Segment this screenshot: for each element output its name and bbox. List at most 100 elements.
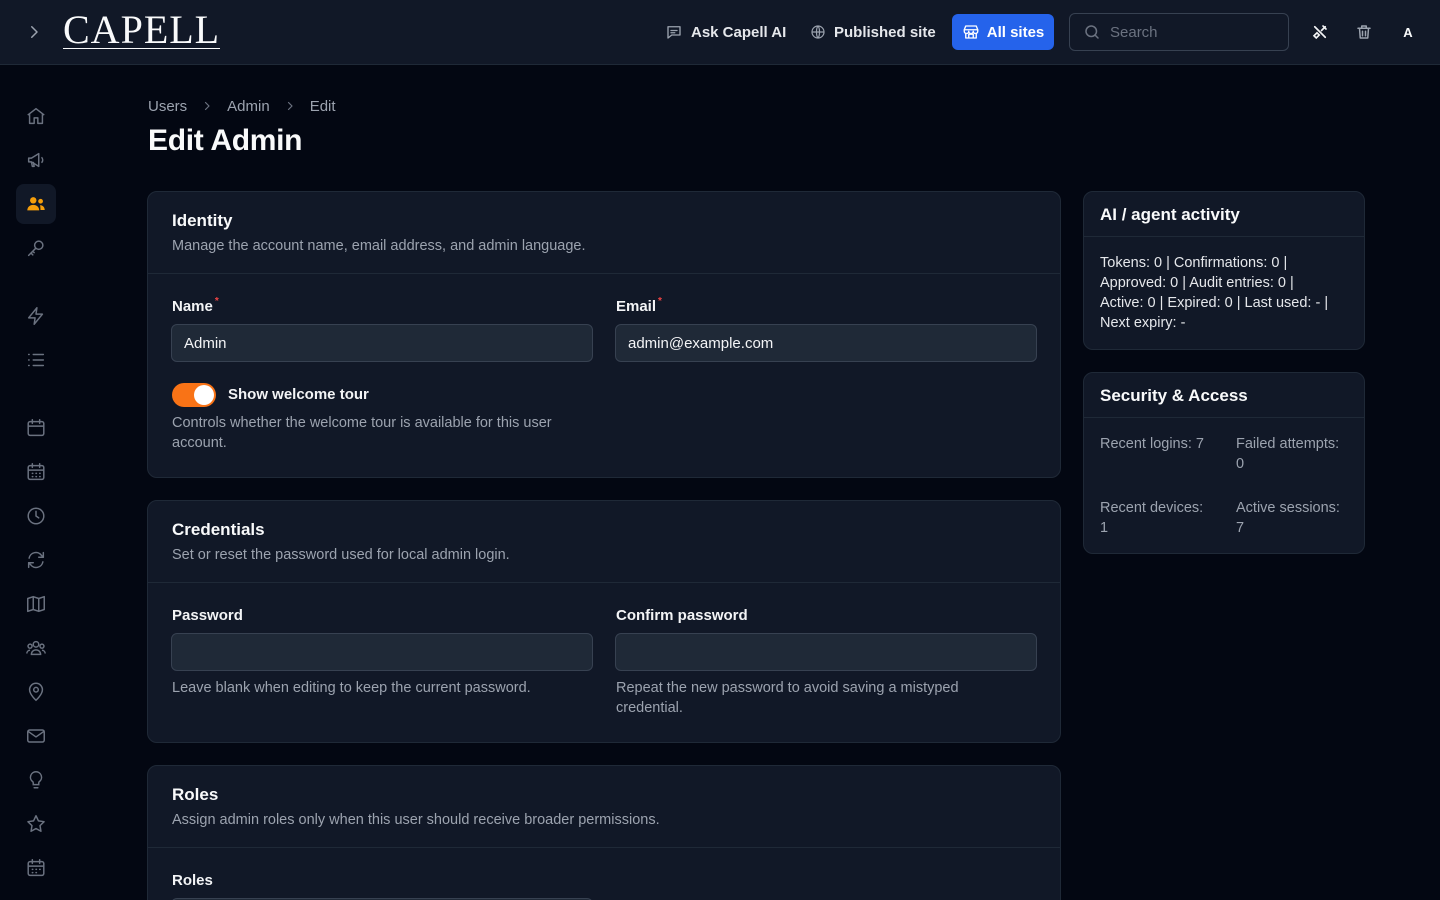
sidebar-item-automations[interactable] xyxy=(16,296,56,336)
required-marker: * xyxy=(658,296,662,307)
breadcrumb: Users Admin Edit xyxy=(148,97,336,115)
roles-header: Roles Assign admin roles only when this … xyxy=(148,766,1060,848)
sidebar-item-locations[interactable] xyxy=(16,672,56,712)
ask-ai-button[interactable]: Ask Capell AI xyxy=(665,20,786,44)
credentials-description: Set or reset the password used for local… xyxy=(172,547,510,563)
search-box[interactable] xyxy=(1069,13,1289,51)
confirm-password-label: Confirm password xyxy=(616,607,748,624)
security-access-header: Security & Access xyxy=(1084,373,1364,418)
user-avatar[interactable]: A xyxy=(1396,20,1420,44)
home-icon xyxy=(27,107,45,125)
sidebar xyxy=(0,65,72,900)
email-input[interactable] xyxy=(615,324,1037,362)
sidebar-item-ideas[interactable] xyxy=(16,760,56,800)
failed-attempts-value: 0 xyxy=(1236,456,1245,472)
sidebar-item-announcements[interactable] xyxy=(16,140,56,180)
logo[interactable]: CAPELL xyxy=(63,8,221,52)
breadcrumb-admin[interactable]: Admin xyxy=(227,98,270,115)
users-icon xyxy=(27,197,45,211)
globe-icon xyxy=(811,25,825,39)
credentials-header: Credentials Set or reset the password us… xyxy=(148,501,1060,583)
name-input[interactable] xyxy=(171,324,593,362)
required-marker: * xyxy=(214,296,219,307)
chat-bubble-icon xyxy=(667,26,681,39)
identity-header: Identity Manage the account name, email … xyxy=(148,192,1060,274)
ai-activity-line: Next expiry: - xyxy=(1100,315,1186,331)
expand-sidebar-button[interactable] xyxy=(20,18,48,46)
recent-devices-label: Recent devices: xyxy=(1100,500,1204,516)
ai-activity-header: AI / agent activity xyxy=(1084,192,1364,237)
identity-description: Manage the account name, email address, … xyxy=(172,238,586,254)
chevron-right-icon xyxy=(31,26,38,38)
all-sites-button[interactable]: All sites xyxy=(952,14,1054,50)
published-site-link[interactable]: Published site xyxy=(810,20,936,44)
welcome-tour-label: Show welcome tour xyxy=(228,386,369,403)
published-site-label: Published site xyxy=(834,23,936,41)
email-label: Email * xyxy=(616,296,662,315)
breadcrumb-users[interactable]: Users xyxy=(148,98,187,115)
password-hint: Leave blank when editing to keep the cur… xyxy=(172,680,531,696)
sidebar-item-groups[interactable] xyxy=(16,628,56,668)
identity-section: Identity Manage the account name, email … xyxy=(147,191,1061,478)
trash-icon xyxy=(1357,25,1371,39)
envelope-icon xyxy=(27,729,45,743)
roles-title: Roles xyxy=(172,785,219,804)
failed-attempts-label: Failed attempts: xyxy=(1236,436,1340,452)
clock-icon xyxy=(27,507,45,525)
sidebar-item-favorites[interactable] xyxy=(16,804,56,844)
map-pin-icon xyxy=(28,682,44,702)
welcome-tour-toggle[interactable] xyxy=(172,383,216,407)
sidebar-item-sync[interactable] xyxy=(16,540,56,580)
password-label: Password xyxy=(172,607,243,624)
ai-activity-title: AI / agent activity xyxy=(1100,205,1240,224)
sidebar-item-mail[interactable] xyxy=(16,716,56,756)
sidebar-item-schedule[interactable] xyxy=(16,452,56,492)
megaphone-icon xyxy=(27,152,44,168)
chevron-right-icon xyxy=(284,100,296,112)
calendar-icon xyxy=(27,419,45,437)
tools-button[interactable] xyxy=(1308,20,1332,44)
top-bar: CAPELL Ask Capell AI Published site All … xyxy=(0,0,1440,65)
identity-title: Identity xyxy=(172,211,233,230)
sidebar-item-map[interactable] xyxy=(16,584,56,624)
security-access-panel: Security & Access Recent logins: 7 Faile… xyxy=(1083,372,1365,554)
ai-activity-line: Approved: 0 | Audit entries: 0 | xyxy=(1100,275,1294,291)
recent-logins-stat: Recent logins: 7 xyxy=(1100,436,1204,452)
bolt-icon xyxy=(27,307,44,325)
sidebar-item-home[interactable] xyxy=(16,96,56,136)
roles-label: Roles xyxy=(172,872,213,889)
user-group-icon xyxy=(26,640,46,656)
breadcrumb-edit: Edit xyxy=(309,97,336,115)
toggle-knob xyxy=(194,385,214,405)
map-icon xyxy=(27,595,45,613)
welcome-tour-hint-line1: Controls whether the welcome tour is ava… xyxy=(172,415,552,431)
ai-activity-line: Tokens: 0 | Confirmations: 0 | xyxy=(1100,255,1288,271)
chevron-right-icon xyxy=(201,100,213,112)
security-access-title: Security & Access xyxy=(1100,386,1248,405)
ai-activity-line: Active: 0 | Expired: 0 | Last used: - | xyxy=(1100,295,1329,311)
sidebar-item-list[interactable] xyxy=(16,340,56,380)
confirm-password-hint-line2: credential. xyxy=(616,700,683,716)
confirm-password-input[interactable] xyxy=(615,633,1037,671)
ai-activity-panel: AI / agent activity Tokens: 0 | Confirma… xyxy=(1083,191,1365,350)
active-sessions-label: Active sessions: xyxy=(1236,500,1340,516)
confirm-password-hint-line1: Repeat the new password to avoid saving … xyxy=(616,680,959,696)
roles-description: Assign admin roles only when this user s… xyxy=(172,812,660,828)
sidebar-item-keys[interactable] xyxy=(16,228,56,268)
sidebar-item-calendar[interactable] xyxy=(16,408,56,448)
trash-button[interactable] xyxy=(1352,20,1376,44)
calendar-grid-icon xyxy=(27,859,45,877)
wrench-screwdriver-icon xyxy=(1312,25,1327,40)
active-sessions-value: 7 xyxy=(1236,520,1245,536)
all-sites-label: All sites xyxy=(986,23,1045,41)
sidebar-item-events[interactable] xyxy=(16,848,56,888)
ask-ai-label: Ask Capell AI xyxy=(691,23,787,41)
search-input[interactable] xyxy=(1110,23,1270,41)
roles-section: Roles Assign admin roles only when this … xyxy=(147,765,1061,900)
search-icon xyxy=(1085,25,1099,39)
sidebar-item-users[interactable] xyxy=(16,184,56,224)
key-icon xyxy=(27,240,44,257)
password-input[interactable] xyxy=(171,633,593,671)
sidebar-item-history[interactable] xyxy=(16,496,56,536)
list-icon xyxy=(27,353,45,367)
